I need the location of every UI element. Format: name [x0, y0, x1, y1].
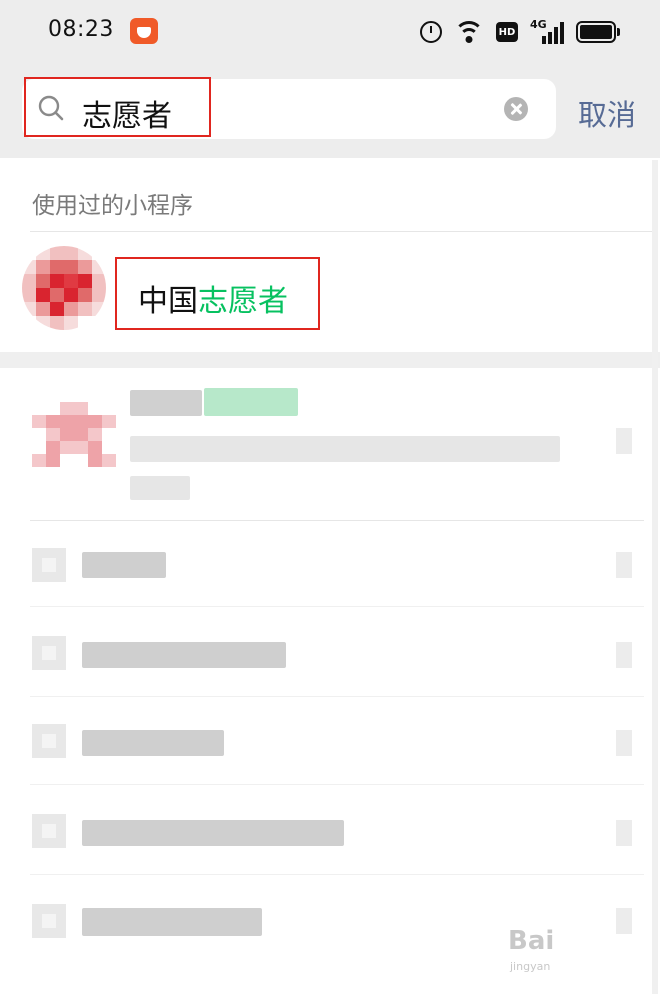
- list-item-icon: [32, 636, 66, 670]
- alarm-icon: [420, 21, 442, 43]
- list-divider: [30, 606, 644, 607]
- watermark-logo: Bai jingyan: [508, 922, 638, 982]
- blurred-description-text: [130, 476, 190, 500]
- section-separator: [0, 352, 660, 368]
- section-divider: [30, 231, 652, 232]
- status-icons: HD 4G: [420, 18, 620, 46]
- signal-icon: 4G: [530, 18, 564, 44]
- blurred-title-highlight: [204, 388, 298, 416]
- blurred-description-text: [130, 436, 560, 462]
- annotation-box-result: [115, 257, 320, 330]
- list-item-icon: [32, 548, 66, 582]
- list-divider: [30, 520, 644, 521]
- app-notification-icon: [130, 18, 158, 44]
- battery-icon: [576, 21, 620, 43]
- blurred-result-icon: [32, 402, 116, 480]
- hd-icon: HD: [496, 22, 518, 42]
- chevron-right-icon: [616, 428, 632, 454]
- blurred-list-text: [82, 642, 286, 668]
- chevron-right-icon: [616, 552, 632, 578]
- list-divider: [30, 874, 644, 875]
- list-divider: [30, 696, 644, 697]
- list-item-icon: [32, 904, 66, 938]
- list-item-icon: [32, 814, 66, 848]
- network-type-label: 4G: [530, 18, 547, 31]
- chevron-right-icon: [616, 820, 632, 846]
- clear-icon[interactable]: [504, 97, 528, 121]
- scrollbar[interactable]: [652, 160, 658, 994]
- list-item-icon: [32, 724, 66, 758]
- blurred-list-text: [82, 908, 262, 936]
- watermark-icon: Bai: [508, 926, 555, 956]
- chevron-right-icon: [616, 642, 632, 668]
- annotation-box-search: [24, 77, 211, 137]
- blurred-list-text: [82, 552, 166, 578]
- blurred-list-text: [82, 730, 224, 756]
- wifi-icon: [454, 21, 484, 43]
- section-title: 使用过的小程序: [32, 193, 193, 219]
- status-bar: 08:23 HD 4G: [0, 0, 660, 64]
- blurred-title-text: [130, 390, 202, 416]
- mini-program-avatar: [22, 246, 106, 330]
- list-divider: [30, 784, 644, 785]
- status-time: 08:23: [48, 17, 114, 42]
- cancel-button[interactable]: 取消: [578, 92, 636, 134]
- chevron-right-icon: [616, 730, 632, 756]
- blurred-list-text: [82, 820, 344, 846]
- watermark-subtext: jingyan: [510, 960, 551, 973]
